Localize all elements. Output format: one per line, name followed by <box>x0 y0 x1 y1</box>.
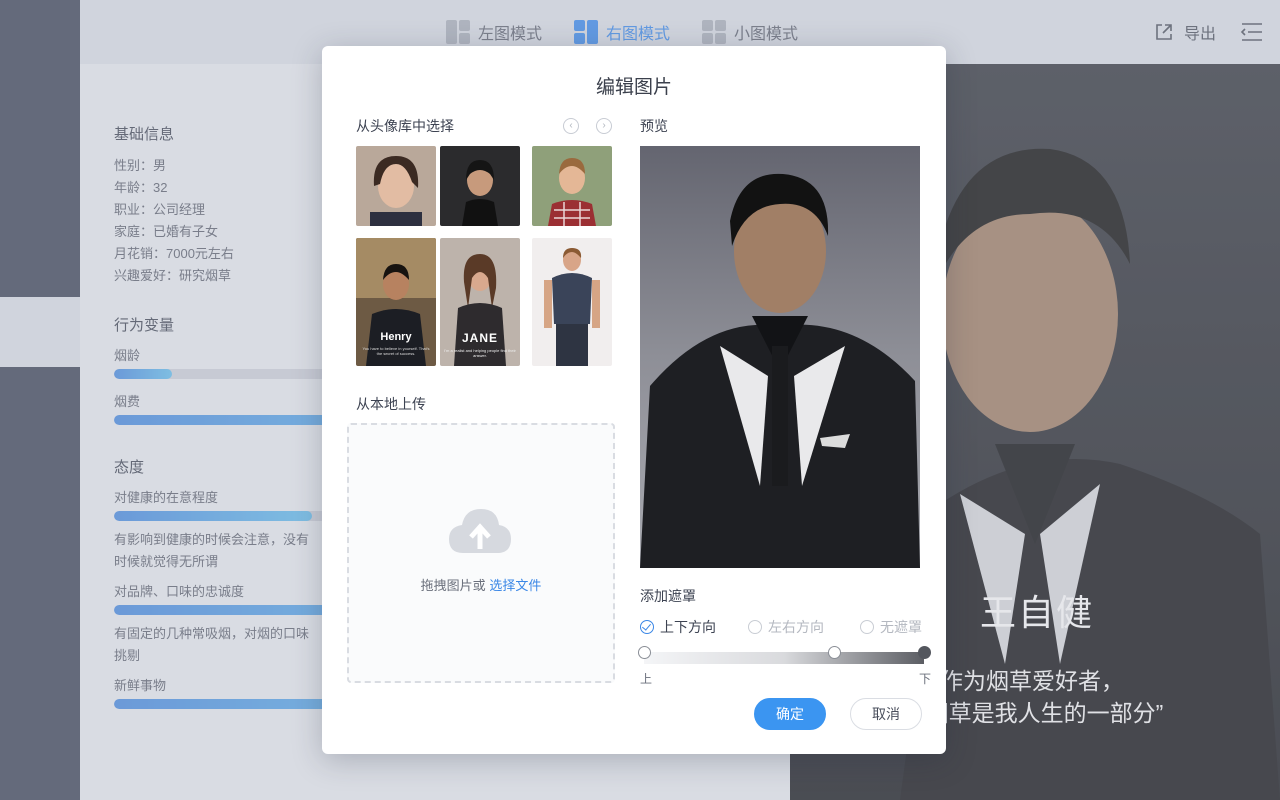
mask-option-none[interactable]: 无遮罩 <box>860 617 922 637</box>
jane-subcaption: I'm a realist and helping people find th… <box>444 348 516 358</box>
avatar-woman-smiling-image <box>356 146 436 226</box>
edit-image-dialog: 编辑图片 从头像库中选择 ‹ › 预览 Henry You have to be… <box>322 46 946 754</box>
mask-option-vertical[interactable]: 上下方向 <box>640 617 716 637</box>
drop-hint: 拖拽图片或 <box>420 578 486 593</box>
chevron-right-icon: › <box>602 120 606 131</box>
next-page-button[interactable]: › <box>596 118 612 134</box>
dialog-title: 编辑图片 <box>595 77 672 98</box>
henry-caption: Henry <box>380 331 412 343</box>
cancel-button[interactable]: 取消 <box>850 698 922 730</box>
cloud-upload-icon <box>449 509 511 553</box>
mask-option-horizontal[interactable]: 左右方向 <box>748 617 824 637</box>
henry-subcaption: You have to believe in yourself. That's … <box>362 346 430 356</box>
mask-gradient-slider[interactable] <box>644 652 924 664</box>
avatar-man-plaid-shirt-image <box>532 146 612 226</box>
upload-dropzone[interactable]: 拖拽图片或 选择文件 <box>347 423 615 683</box>
avatar-woman-black-top-image <box>440 146 520 226</box>
confirm-button[interactable]: 确定 <box>754 698 826 730</box>
prev-page-button[interactable]: ‹ <box>563 118 579 134</box>
avatar-thumb[interactable] <box>356 146 436 226</box>
upload-label: 从本地上传 <box>356 396 426 412</box>
avatar-man-dotted-shirt-image <box>532 238 612 366</box>
dropzone-text: 拖拽图片或 选择文件 <box>349 575 613 594</box>
radio-icon <box>860 620 874 634</box>
library-label: 从头像库中选择 <box>356 118 454 134</box>
choose-file-link[interactable]: 选择文件 <box>489 578 541 593</box>
avatar-thumb[interactable]: JANE I'm a realist and helping people fi… <box>440 238 520 366</box>
slider-start-handle[interactable] <box>638 646 651 659</box>
mask-label: 添加遮罩 <box>640 588 696 604</box>
avatar-jane-quote-image <box>440 238 520 366</box>
chevron-left-icon: ‹ <box>569 120 573 131</box>
avatar-thumb[interactable] <box>532 238 612 366</box>
radio-icon <box>748 620 762 634</box>
avatar-thumb[interactable]: Henry You have to believe in yourself. T… <box>356 238 436 366</box>
image-preview <box>640 146 920 568</box>
avatar-thumb[interactable] <box>532 146 612 226</box>
slider-end-handle[interactable] <box>918 646 931 659</box>
slider-max-label: 下 <box>919 672 932 686</box>
preview-label: 预览 <box>640 118 668 134</box>
preview-portrait-image <box>640 146 920 568</box>
mask-option-label: 无遮罩 <box>880 619 922 635</box>
jane-caption: JANE <box>461 331 498 345</box>
radio-checked-icon <box>640 620 654 634</box>
slider-min-label: 上 <box>640 672 653 686</box>
avatar-thumb[interactable] <box>440 146 520 226</box>
mask-option-label: 左右方向 <box>768 619 824 635</box>
mask-option-label: 上下方向 <box>660 619 716 635</box>
